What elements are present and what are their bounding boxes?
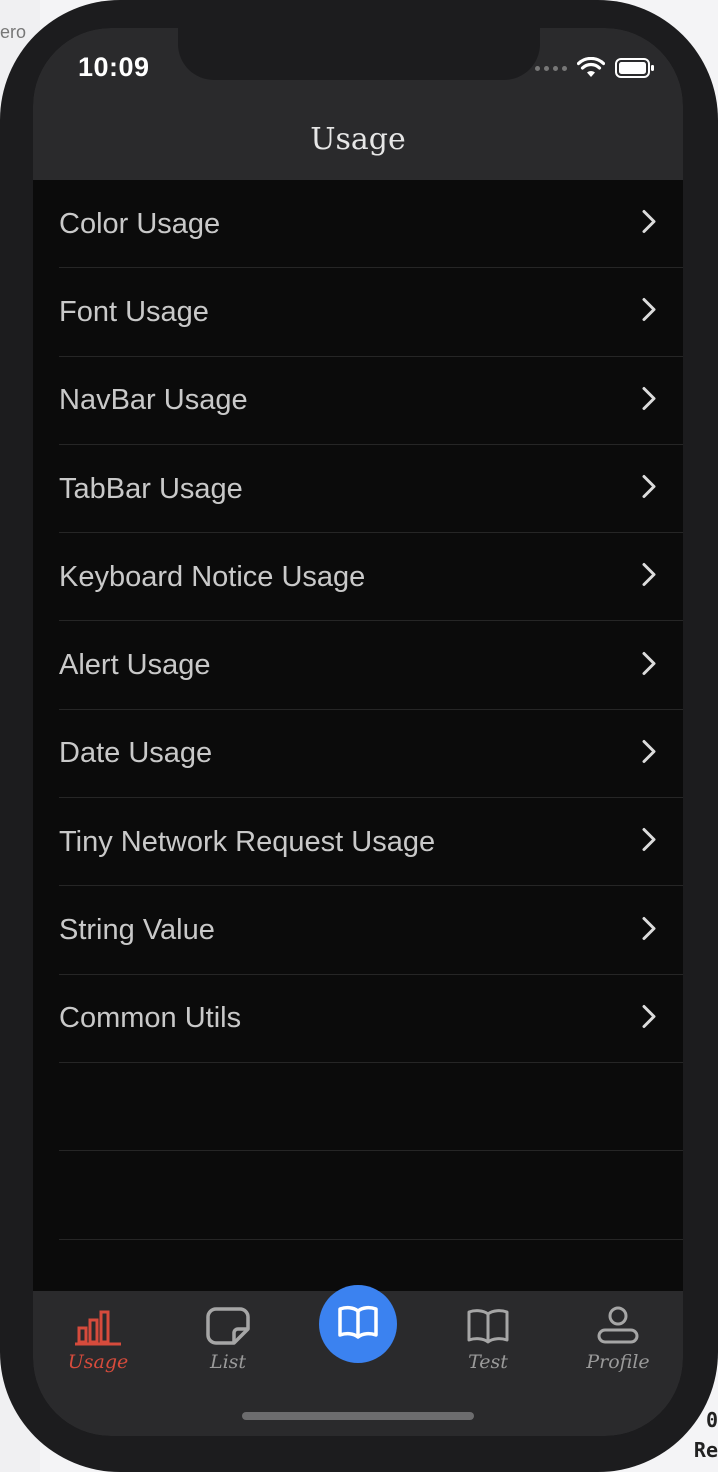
tab-usage[interactable]: Usage [43,1301,153,1381]
open-book-icon [336,1304,380,1345]
list-item-label: Date Usage [59,737,213,770]
list-item-label: Alert Usage [59,649,211,682]
empty-row [33,1151,683,1240]
chevron-right-icon [641,650,657,681]
chevron-right-icon [641,474,657,505]
navigation-header: 10:09 Usage [33,28,683,180]
chevron-right-icon [641,827,657,858]
list-item-label: Font Usage [59,295,209,328]
chevron-right-icon [641,209,657,240]
tab-test[interactable]: Test [433,1301,543,1381]
list-item-label: String Value [59,914,215,947]
list-item-label: Common Utils [59,1002,242,1035]
phone-screen: 10:09 Usage Color Usage Font Usage NavBa… [33,28,683,1436]
tab-profile[interactable]: Profile [563,1301,673,1381]
tab-label: Profile [586,1351,650,1373]
chevron-right-icon [641,1003,657,1034]
background-text-fragment: Re [693,1438,718,1462]
chevron-right-icon [641,297,657,328]
list-item[interactable]: Keyboard Notice Usage [33,533,683,622]
usage-list: Color Usage Font Usage NavBar Usage TabB… [33,180,683,1240]
list-item-label: NavBar Usage [59,384,248,417]
list-item[interactable]: Alert Usage [33,621,683,710]
list-item-label: TabBar Usage [59,472,243,505]
list-item[interactable]: Common Utils [33,975,683,1063]
battery-icon [615,57,655,79]
list-item[interactable]: Date Usage [33,710,683,799]
list-item[interactable]: String Value [33,886,683,975]
status-time: 10:09 [78,52,150,82]
chevron-right-icon [641,738,657,769]
list-item[interactable]: NavBar Usage [33,357,683,445]
note-icon [173,1301,283,1351]
wifi-icon [577,57,605,79]
tab-label: List [209,1351,247,1373]
list-item[interactable]: Tiny Network Request Usage [33,798,683,887]
phone-frame: 10:09 Usage Color Usage Font Usage NavBa… [0,0,718,1472]
chevron-right-icon [641,385,657,416]
tab-list[interactable]: List [173,1301,283,1381]
list-item[interactable]: Color Usage [33,180,683,269]
page-title: Usage [310,122,406,157]
list-item-label: Color Usage [59,207,221,240]
chevron-right-icon [641,562,657,593]
home-indicator [242,1412,474,1420]
background-text-fragment: 0 [705,1408,718,1432]
tab-bar: Usage List Test Profile [33,1285,683,1436]
list-item-label: Tiny Network Request Usage [59,825,436,858]
empty-row [33,1063,683,1152]
list-item-label: Keyboard Notice Usage [59,560,366,593]
list-item[interactable]: TabBar Usage [33,445,683,534]
tab-label: Usage [67,1351,129,1373]
tab-label: Test [468,1351,508,1373]
bar-chart-icon [43,1301,153,1351]
status-indicators [535,55,655,81]
divider [59,1238,683,1240]
list-item[interactable]: Font Usage [33,268,683,357]
chevron-right-icon [641,915,657,946]
background-text-fragment: ero [0,22,27,42]
notch [178,28,540,80]
person-icon [563,1301,673,1351]
center-action-button[interactable] [319,1285,397,1363]
book-outline-icon [433,1301,543,1351]
signal-icon [535,65,567,71]
